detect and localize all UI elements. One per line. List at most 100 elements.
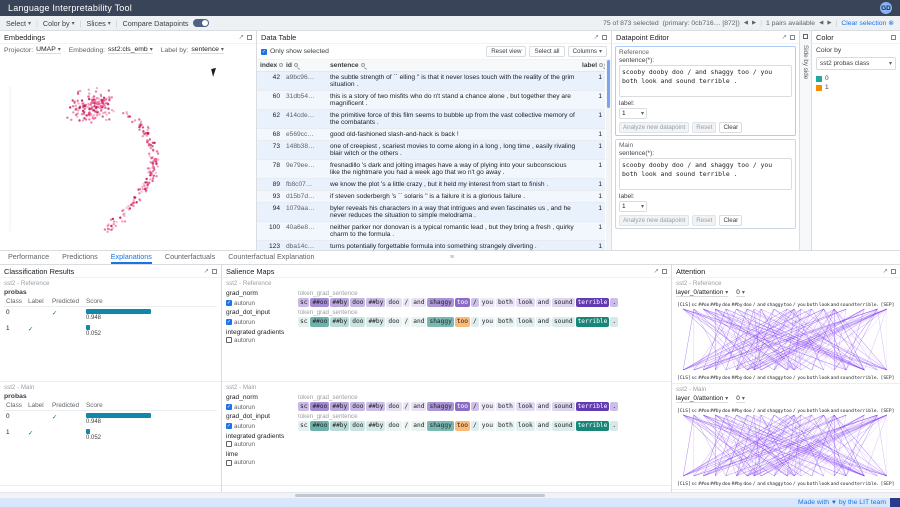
- salience-token[interactable]: ##by: [366, 298, 385, 307]
- salience-token[interactable]: /: [403, 298, 411, 307]
- select-all-button[interactable]: Select all: [529, 46, 564, 57]
- popout-icon[interactable]: ↗: [883, 267, 888, 275]
- salience-token[interactable]: shaggy: [427, 421, 453, 430]
- salience-token[interactable]: you: [480, 317, 495, 326]
- salience-token[interactable]: doo: [350, 421, 365, 430]
- maximize-icon[interactable]: [891, 269, 896, 274]
- next-pair-button[interactable]: ▶: [827, 20, 831, 26]
- salience-token[interactable]: both: [496, 317, 515, 326]
- salience-token[interactable]: both: [496, 402, 515, 411]
- search-icon[interactable]: [294, 63, 298, 67]
- column-header-id[interactable]: id: [283, 60, 327, 72]
- salience-token[interactable]: you: [480, 421, 495, 430]
- salience-token[interactable]: and: [536, 402, 551, 411]
- salience-token[interactable]: sound: [552, 317, 575, 326]
- salience-token[interactable]: doo: [386, 421, 401, 430]
- popout-icon[interactable]: ↗: [594, 33, 599, 41]
- salience-token[interactable]: terrible: [576, 298, 610, 307]
- salience-token[interactable]: /: [471, 317, 479, 326]
- salience-token[interactable]: ##by: [330, 317, 349, 326]
- salience-token[interactable]: shaggy: [427, 317, 453, 326]
- popout-icon[interactable]: ↗: [239, 33, 244, 41]
- table-row[interactable]: 123dba14c…turns potentially forgettable …: [257, 241, 605, 251]
- salience-token[interactable]: you: [480, 402, 495, 411]
- column-header-index[interactable]: index▴▾: [257, 60, 283, 72]
- table-row[interactable]: 62414cde…the primitive force of this fil…: [257, 110, 605, 129]
- salience-token[interactable]: and: [536, 317, 551, 326]
- maximize-icon[interactable]: [891, 35, 896, 40]
- salience-token[interactable]: ##oo: [310, 317, 329, 326]
- salience-token[interactable]: look: [516, 402, 535, 411]
- salience-token[interactable]: shaggy: [427, 402, 453, 411]
- tab-counterfactual-explanation[interactable]: Counterfactual Explanation: [228, 251, 314, 264]
- table-row[interactable]: 10040a6e8…neither parker nor donovan is …: [257, 222, 605, 241]
- salience-token[interactable]: doo: [386, 298, 401, 307]
- clear-selection-button[interactable]: Clear selection⊗: [841, 19, 894, 27]
- label-by-select[interactable]: sentence▾: [191, 46, 224, 54]
- autorun-checkbox[interactable]: autorun: [226, 441, 255, 448]
- salience-token[interactable]: too: [455, 421, 470, 430]
- salience-token[interactable]: and: [411, 298, 426, 307]
- salience-token[interactable]: /: [403, 317, 411, 326]
- clear-button[interactable]: Clear: [719, 215, 742, 226]
- prev-datapoint-button[interactable]: ◀: [744, 20, 748, 26]
- maximize-icon[interactable]: [602, 35, 607, 40]
- color-by-menu[interactable]: Color by▾: [43, 19, 75, 28]
- salience-token[interactable]: look: [516, 421, 535, 430]
- salience-token[interactable]: .: [610, 421, 618, 430]
- analyze-new-datapoint-button[interactable]: Analyze new datapoint: [619, 122, 689, 133]
- clear-button[interactable]: Clear: [719, 122, 742, 133]
- maximize-icon[interactable]: [247, 35, 252, 40]
- columns-button[interactable]: Columns▾: [568, 46, 607, 57]
- popout-icon[interactable]: ↗: [654, 267, 659, 275]
- table-row[interactable]: 89fb8c07…we know the plot 's a little cr…: [257, 179, 605, 191]
- salience-token[interactable]: /: [403, 402, 411, 411]
- salience-token[interactable]: sound: [552, 402, 575, 411]
- salience-token[interactable]: ##by: [330, 402, 349, 411]
- popout-icon[interactable]: ↗: [204, 267, 209, 275]
- salience-token[interactable]: /: [471, 402, 479, 411]
- salience-token[interactable]: look: [516, 298, 535, 307]
- lit-team-link[interactable]: by the LIT team: [839, 499, 886, 506]
- sentence-textarea[interactable]: scooby dooby doo / and shaggy too / you …: [619, 65, 792, 97]
- attention-layer-select[interactable]: layer_0/attention▾: [676, 289, 728, 297]
- table-row[interactable]: 789e79ee…fresnadillo 's dark and jolting…: [257, 160, 605, 179]
- salience-token[interactable]: .: [610, 317, 618, 326]
- salience-token[interactable]: sound: [552, 298, 575, 307]
- salience-token[interactable]: doo: [386, 317, 401, 326]
- embedding-scatter[interactable]: [0, 56, 256, 250]
- autorun-checkbox[interactable]: ✓autorun: [226, 404, 255, 411]
- maximize-icon[interactable]: [790, 35, 795, 40]
- salience-token[interactable]: sc: [298, 317, 309, 326]
- autorun-checkbox[interactable]: autorun: [226, 337, 255, 344]
- analyze-new-datapoint-button[interactable]: Analyze new datapoint: [619, 215, 689, 226]
- user-avatar[interactable]: GD: [880, 2, 892, 14]
- salience-token[interactable]: too: [455, 317, 470, 326]
- salience-token[interactable]: /: [471, 298, 479, 307]
- table-row[interactable]: 68e569cc…good old-fashioned slash-and-ha…: [257, 129, 605, 141]
- autorun-checkbox[interactable]: autorun: [226, 459, 255, 466]
- table-row[interactable]: 73148b38…one of creepiest , scariest mov…: [257, 141, 605, 160]
- table-row[interactable]: 6031db54…this is a story of two misfits …: [257, 91, 605, 110]
- table-row[interactable]: 941079aa…byler reveals his characters in…: [257, 203, 605, 222]
- search-icon[interactable]: [361, 63, 365, 67]
- salience-token[interactable]: both: [496, 421, 515, 430]
- salience-token[interactable]: and: [411, 421, 426, 430]
- salience-token[interactable]: ##oo: [310, 298, 329, 307]
- salience-token[interactable]: ##by: [330, 298, 349, 307]
- prev-pair-button[interactable]: ◀: [819, 20, 823, 26]
- slices-menu[interactable]: Slices▾: [87, 19, 111, 28]
- salience-token[interactable]: ##by: [366, 317, 385, 326]
- salience-token[interactable]: ##by: [366, 421, 385, 430]
- color-by-select[interactable]: sst2 probas class▾: [816, 57, 896, 70]
- label-select[interactable]: 1▾: [619, 108, 647, 119]
- reset-button[interactable]: Reset: [692, 122, 716, 133]
- salience-token[interactable]: terrible: [576, 402, 610, 411]
- salience-token[interactable]: doo: [350, 402, 365, 411]
- salience-token[interactable]: /: [471, 421, 479, 430]
- label-select[interactable]: 1▾: [619, 201, 647, 212]
- salience-token[interactable]: sc: [298, 402, 309, 411]
- next-datapoint-button[interactable]: ▶: [752, 20, 756, 26]
- only-show-selected-checkbox[interactable]: ✓Only show selected: [261, 48, 329, 55]
- projector-select[interactable]: UMAP▾: [36, 46, 61, 54]
